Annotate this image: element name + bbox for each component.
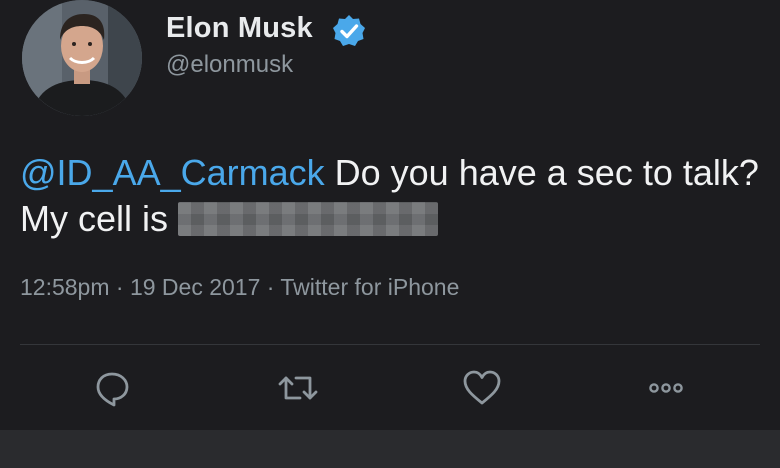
like-button[interactable] [462,368,502,408]
more-icon [649,383,683,393]
tweet-text: @ID_AA_Carmack Do you have a sec to talk… [20,150,760,242]
display-name[interactable]: Elon Musk [166,12,313,45]
retweet-icon [278,376,318,400]
user-handle[interactable]: @elonmusk [166,51,293,79]
divider [20,344,760,345]
retweet-button[interactable] [276,368,320,408]
more-button[interactable] [646,368,686,408]
tweet-timestamp-source[interactable]: 12:58pm · 19 Dec 2017 · Twitter for iPho… [20,274,459,301]
reply-button[interactable] [92,368,132,408]
redacted-phone-number [178,202,439,236]
avatar[interactable] [22,0,142,116]
profile-photo-icon [22,0,142,116]
bottom-strip [0,430,780,468]
verified-badge-icon [333,15,365,46]
heart-icon [463,370,501,405]
tweet-card: Elon Musk @elonmusk @ID_AA_Carmack Do yo… [0,0,780,430]
reply-icon [96,372,129,407]
mention-link[interactable]: @ID_AA_Carmack [20,152,325,193]
